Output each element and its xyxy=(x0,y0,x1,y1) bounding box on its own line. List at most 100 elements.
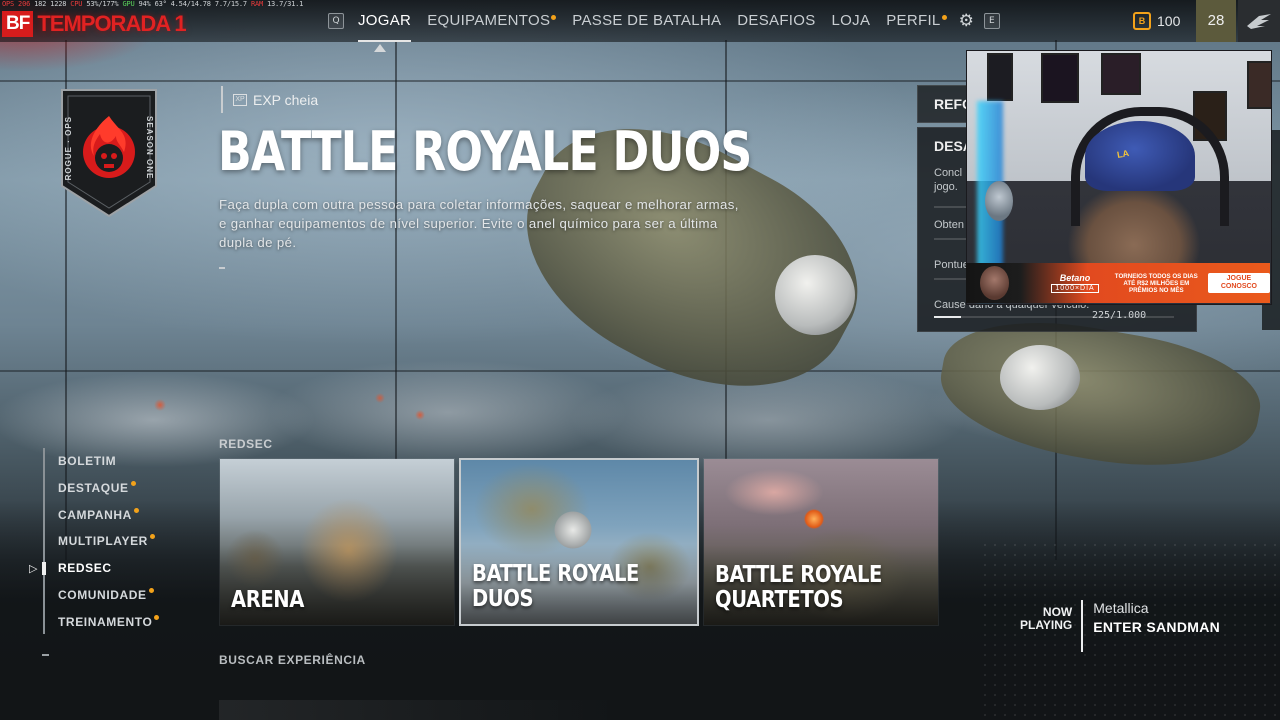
tab-loja[interactable]: LOJA xyxy=(832,0,871,42)
section-label: REDSEC xyxy=(219,437,273,451)
badge-text-right: SEASON ONE xyxy=(145,116,154,180)
nav-tabs: JOGAR EQUIPAMENTOS PASSE DE BATALHA DESAFIO… xyxy=(350,0,955,42)
mode-card-title: ARENA xyxy=(231,587,304,613)
wing-emblem-icon[interactable] xyxy=(1238,0,1280,42)
wall-poster xyxy=(1247,61,1271,109)
card-shade xyxy=(220,545,454,625)
tab-label: JOGAR xyxy=(358,12,412,29)
sidebar-item-treinamento[interactable]: TREINAMENTO xyxy=(58,612,160,639)
active-tab-caret-icon xyxy=(374,44,386,52)
ram-readout: 13.7/31.1 xyxy=(267,0,304,8)
sponsor-avatar xyxy=(980,266,1010,300)
sidebar-item-redsec[interactable]: REDSEC xyxy=(58,558,152,585)
gpu-readout: 94% 63° xyxy=(138,0,167,8)
now-playing-track: Metallica ENTER SANDMAN xyxy=(1083,600,1220,652)
tab-equipamentos[interactable]: EQUIPAMENTOS xyxy=(427,0,557,42)
sponsor-name: Betano xyxy=(1059,273,1091,283)
tab-label: EQUIPAMENTOS xyxy=(427,12,551,29)
currency-display[interactable]: B 100 xyxy=(1133,12,1180,30)
sponsor-brand: Betano 1000×DIA xyxy=(1051,273,1099,293)
now-playing-label: NOW PLAYING xyxy=(1020,600,1081,652)
notification-dot-icon xyxy=(551,15,557,20)
main-nav: Q JOGAR EQUIPAMENTOS PASSE DE BATALHA DESAF… xyxy=(328,0,1000,42)
search-experience-label[interactable]: BUSCAR EXPERIÊNCIA xyxy=(219,653,366,667)
sidebar-menu: BOLETIM DESTAQUE CAMPANHA MULTIPLAYER REDSEC… xyxy=(58,451,160,639)
tab-label: PERFIL xyxy=(886,12,941,29)
notification-dot-icon xyxy=(133,507,139,513)
mode-card[interactable]: BATTLE ROYALE DUOS xyxy=(459,458,699,626)
badge-text-left: ROGUE · OPS xyxy=(64,116,73,181)
track-artist: Metallica xyxy=(1093,600,1149,616)
track-title: ENTER SANDMAN xyxy=(1093,619,1221,635)
key-hint-left: Q xyxy=(328,13,344,29)
mode-cards: ARENA BATTLE ROYALE DUOS BATTLE ROYALE QUA… xyxy=(219,458,939,626)
sidebar-item-multiplayer[interactable]: MULTIPLAYER xyxy=(58,531,155,558)
challenge-progress-fill xyxy=(934,316,961,318)
challenge-progress-readout: 225/1.000 xyxy=(1092,310,1147,321)
tab-perfil[interactable]: PERFIL xyxy=(886,0,947,42)
sidebar-item-label: COMUNIDADE xyxy=(58,587,147,602)
gpu-label: GPU xyxy=(122,0,135,8)
notification-dot-icon xyxy=(130,480,136,486)
tab-label: LOJA xyxy=(831,12,871,29)
currency-icon: B xyxy=(1133,12,1151,30)
bf-logo: BF xyxy=(2,11,34,37)
skydiver-helmet xyxy=(775,255,855,335)
tab-label: PASSE DE BATALHA xyxy=(572,12,722,29)
key-hint-right: E xyxy=(983,13,1000,29)
sidebar-item-campanha[interactable]: CAMPANHA xyxy=(58,505,152,532)
mode-card[interactable]: ARENA xyxy=(219,458,455,626)
play-pointer-icon: ▷ xyxy=(29,562,38,575)
mode-card-title: BATTLE ROYALE QUARTETOS xyxy=(715,562,882,613)
mode-description: Faça dupla com outra pessoa para coletar… xyxy=(219,197,739,250)
now-playing-label-line: PLAYING xyxy=(1020,618,1073,632)
mem-readout: 7.7/15.7 xyxy=(214,0,247,8)
player-level-badge[interactable]: 28 xyxy=(1196,0,1236,42)
challenge-item: Obten xyxy=(934,219,964,231)
vram-readout: 4.54/14.78 xyxy=(170,0,211,8)
mode-card-title: BATTLE ROYALE DUOS xyxy=(472,561,639,612)
mode-card[interactable]: BATTLE ROYALE QUARTETOS xyxy=(703,458,939,626)
sidebar-end-mark xyxy=(42,654,49,656)
gear-icon[interactable]: ⚙ xyxy=(959,11,974,31)
notification-dot-icon xyxy=(941,15,947,20)
skydiver-helmet-2 xyxy=(1000,345,1080,410)
now-playing: NOW PLAYING Metallica ENTER SANDMAN xyxy=(1020,600,1220,652)
tab-desafios[interactable]: DESAFIOS xyxy=(737,0,815,42)
notification-dot-icon xyxy=(148,587,154,593)
tab-passe-de-batalha[interactable]: PASSE DE BATALHA xyxy=(572,0,721,42)
alien-figurine xyxy=(985,181,1013,221)
sidebar-item-label: BOLETIM xyxy=(58,454,117,468)
sponsor-cta: JOGUE CONOSCO xyxy=(1207,273,1270,293)
divider xyxy=(219,267,225,269)
ram-label: RAM xyxy=(250,0,264,8)
sponsor-text: TORNEIOS TODOS OS DIAS ATÉ R$2 MILHÕES E… xyxy=(1114,272,1198,294)
wall-poster xyxy=(1041,53,1079,103)
game-logo: BF TEMPORADA 1 xyxy=(2,11,187,37)
sidebar-item-label: MULTIPLAYER xyxy=(58,534,148,549)
tab-jogar[interactable]: JOGAR xyxy=(358,0,412,42)
wall-poster xyxy=(987,53,1013,101)
sidebar-item-label: CAMPANHA xyxy=(58,507,132,522)
sponsor-banner: Betano 1000×DIA TORNEIOS TODOS OS DIAS A… xyxy=(966,263,1270,303)
faded-list-row xyxy=(219,700,619,720)
sidebar-item-label: DESTAQUE xyxy=(58,480,129,495)
exp-icon: XP xyxy=(233,93,247,106)
cpu-readout: 53%/177% xyxy=(86,0,119,8)
exp-chip: XP EXP cheia xyxy=(221,86,318,113)
sidebar-item-comunidade[interactable]: COMUNIDADE xyxy=(58,585,154,612)
active-indicator xyxy=(42,562,46,575)
sidebar-item-label: TREINAMENTO xyxy=(58,614,153,629)
cap-icon xyxy=(1085,121,1195,191)
frametime-readout: 182 1228 xyxy=(34,0,67,8)
season-title: TEMPORADA 1 xyxy=(37,11,186,36)
sidebar-item-destaque[interactable]: DESTAQUE xyxy=(58,478,152,505)
tab-label: DESAFIOS xyxy=(737,12,816,29)
sidebar-item-label: REDSEC xyxy=(58,561,112,576)
cpu-label: CPU xyxy=(70,0,83,8)
currency-value: 100 xyxy=(1157,13,1181,29)
sidebar-item-boletim[interactable]: BOLETIM xyxy=(58,451,152,478)
sponsor-code: 1000×DIA xyxy=(1051,284,1099,293)
cap-logo: LA xyxy=(1116,148,1130,160)
sidebar-rule xyxy=(43,448,45,634)
